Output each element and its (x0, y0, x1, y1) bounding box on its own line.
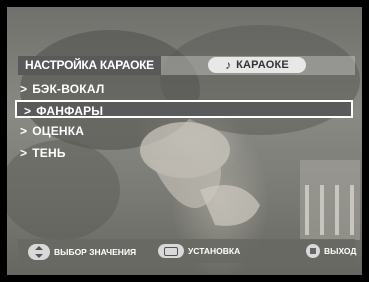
enter-button-icon (158, 244, 184, 258)
tab-karaoke-label: КАРАОКЕ (236, 59, 289, 71)
footer-select-label: ВЫБОР ЗНАЧЕНИЯ (54, 247, 137, 257)
arrow-right-icon: > (20, 82, 28, 96)
footer-exit-hint: ВЫХОД (306, 244, 356, 258)
tab-karaoke[interactable]: ♪ КАРАОКЕ (208, 57, 306, 73)
menu-item-label: БЭК-ВОКАЛ (32, 82, 105, 96)
footer-set-label: УСТАНОВКА (188, 246, 241, 256)
arrow-right-icon: > (24, 104, 32, 118)
footer-exit-label: ВЫХОД (324, 246, 357, 256)
footer-set-hint: УСТАНОВКА (158, 244, 240, 258)
footer-select-hint: ВЫБОР ЗНАЧЕНИЯ (28, 244, 136, 260)
menu-item-shadow[interactable]: > ТЕНЬ (20, 144, 66, 162)
music-note-icon: ♪ (225, 58, 232, 72)
menu-item-score[interactable]: > ОЦЕНКА (20, 122, 84, 140)
menu-item-label: ТЕНЬ (32, 146, 66, 160)
menu-item-fanfare[interactable]: > ФАНФАРЫ (15, 100, 353, 118)
karaoke-settings-screen: НАСТРОЙКА КАРАОКЕ ♪ КАРАОКЕ > БЭК-ВОКАЛ >… (0, 0, 369, 282)
arrow-right-icon: > (20, 146, 28, 160)
up-down-arrows-icon (28, 244, 50, 260)
page-title: НАСТРОЙКА КАРАОКЕ (18, 56, 161, 75)
menu-item-label: ОЦЕНКА (32, 124, 85, 138)
menu-item-back-vocal[interactable]: > БЭК-ВОКАЛ (20, 80, 104, 98)
arrow-right-icon: > (20, 124, 28, 138)
menu-item-label: ФАНФАРЫ (36, 104, 104, 118)
stop-button-icon (306, 244, 320, 258)
